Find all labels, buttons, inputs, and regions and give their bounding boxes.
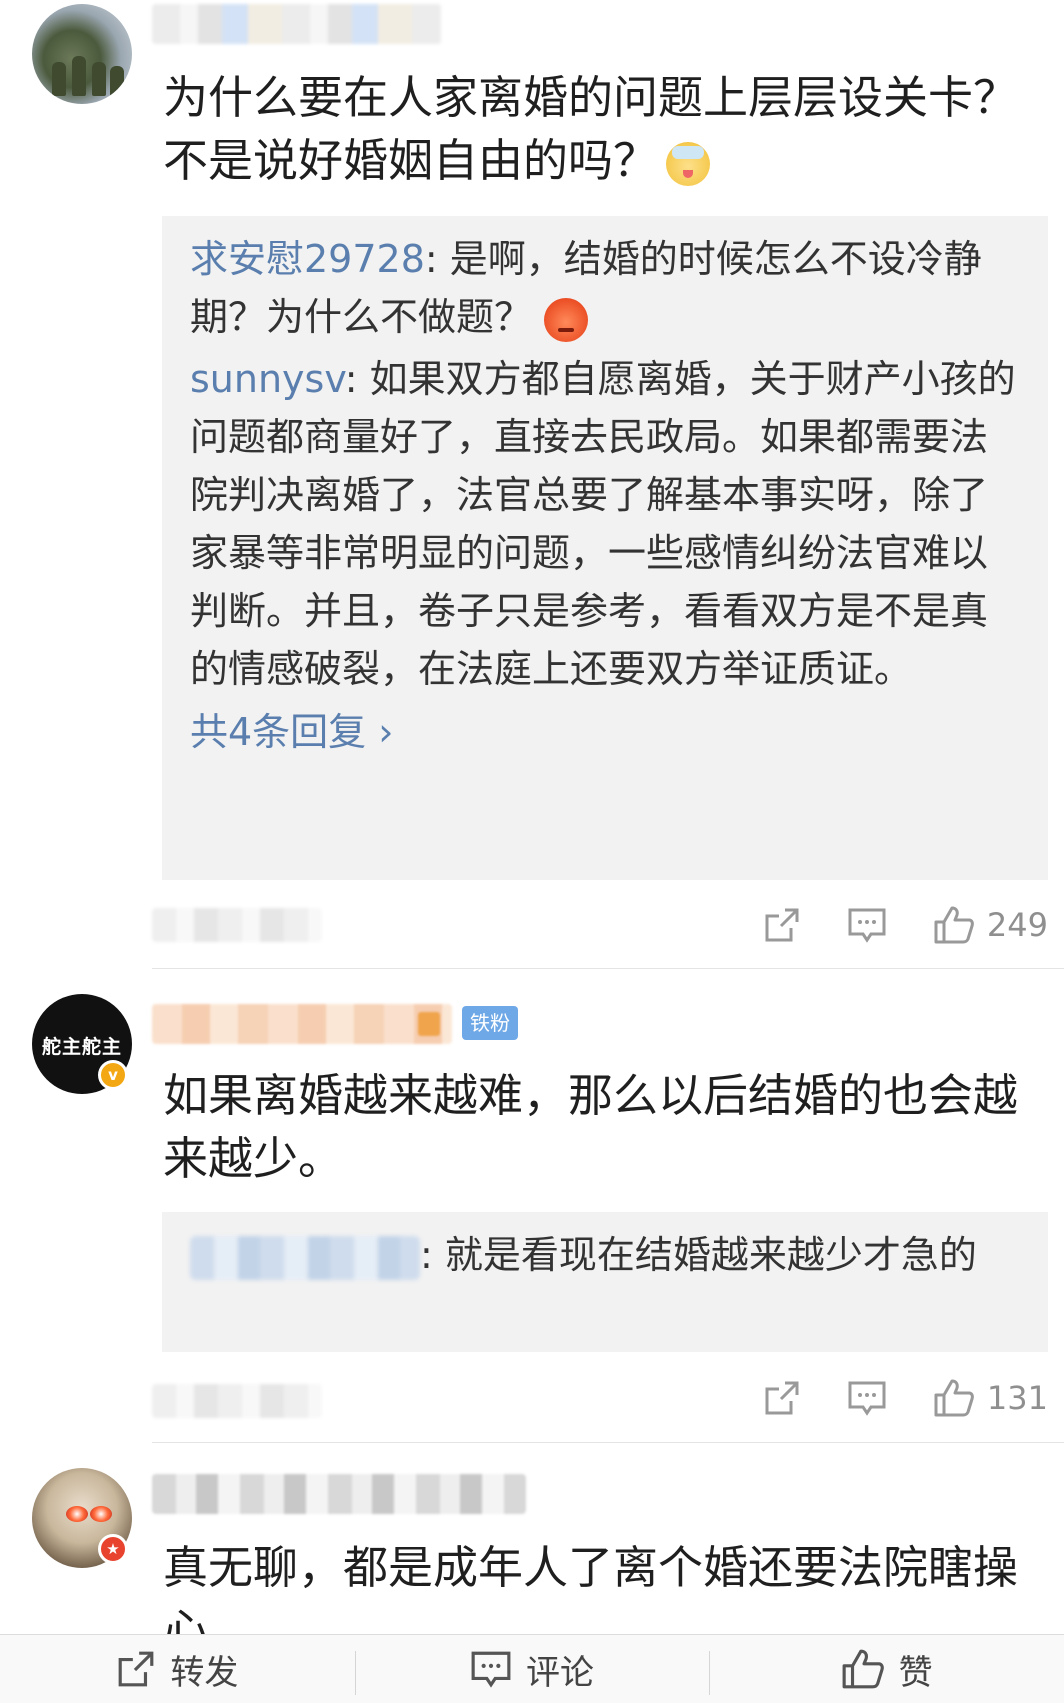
repost-button[interactable]: 转发 <box>0 1635 355 1703</box>
like-button[interactable]: 131 <box>933 1378 1048 1418</box>
comment-text: 为什么要在人家离婚的问题上层层设关卡？不是说好婚姻自由的吗？ <box>163 71 1019 187</box>
verified-badge-icon: v <box>98 1060 128 1090</box>
comment-button[interactable]: 评论 <box>354 1635 710 1703</box>
divider <box>152 1442 1064 1443</box>
reply-button[interactable] <box>847 1379 887 1417</box>
level-badge-blurred <box>418 1012 440 1036</box>
like-label: 赞 <box>898 1652 933 1693</box>
vip-badge-icon: ★ <box>98 1534 128 1564</box>
thumbs-up-icon <box>934 906 974 944</box>
thumbs-up-icon <box>934 1379 974 1417</box>
reply-author[interactable]: 求安慰29728 <box>190 237 425 281</box>
more-replies-link[interactable]: 共4条回复 › <box>190 702 1020 762</box>
comment-label: 评论 <box>526 1652 594 1693</box>
username-blurred[interactable] <box>152 1004 452 1044</box>
comment-text: 真无聊，都是成年人了离个婚还要法院瞎操心 <box>163 1541 1019 1634</box>
username-blurred[interactable] <box>152 4 442 44</box>
reply-text: : 如果双方都自愿离婚，关于财产小孩的问题都商量好了，直接去民政局。如果都需要法… <box>190 357 1016 691</box>
reply-box[interactable]: 求安慰29728: 是啊，结婚的时候怎么不设冷静期？为什么不做题？ sunnys… <box>162 216 1048 880</box>
like-count: 131 <box>986 1379 1048 1417</box>
share-button[interactable] <box>763 906 801 944</box>
like-button-main[interactable]: 赞 <box>709 1635 1064 1703</box>
timestamp-blurred <box>152 1384 322 1418</box>
reply-button[interactable] <box>847 906 887 944</box>
reply-author-blurred[interactable] <box>190 1235 420 1280</box>
fan-badge: 铁粉 <box>462 1006 518 1040</box>
like-button[interactable]: 249 <box>933 905 1048 945</box>
comment-icon <box>848 908 886 943</box>
sick-face-emoji-icon <box>666 142 711 186</box>
repost-icon <box>118 1651 154 1687</box>
bottom-action-bar: 转发 评论 赞 <box>0 1634 1064 1703</box>
reply-item: : 就是看现在结婚越来越少才急的 <box>190 1226 1020 1284</box>
comment-text: 如果离婚越来越难，那么以后结婚的也会越来越少。 <box>163 1069 1019 1185</box>
avatar-eye <box>90 1506 112 1522</box>
comment-actions: 131 <box>717 1373 1048 1423</box>
reply-text: : 就是看现在结婚越来越少才急的 <box>420 1233 977 1277</box>
avatar-eye <box>66 1506 88 1522</box>
reply-author[interactable]: sunnysv <box>190 357 345 401</box>
comment-icon <box>471 1651 511 1688</box>
like-count: 249 <box>986 906 1048 944</box>
angry-face-emoji-icon <box>544 297 589 342</box>
thumbs-up-icon <box>842 1649 884 1689</box>
comment-icon <box>848 1381 886 1416</box>
avatar[interactable] <box>32 4 132 104</box>
username-blurred[interactable] <box>152 1474 526 1514</box>
reply-box[interactable]: : 就是看现在结婚越来越少才急的 <box>162 1212 1048 1352</box>
avatar-label: 舵主舵主 <box>41 1036 122 1058</box>
divider <box>152 968 1064 969</box>
share-button[interactable] <box>763 1379 801 1417</box>
share-icon <box>765 908 799 942</box>
reply-item: sunnysv: 如果双方都自愿离婚，关于财产小孩的问题都商量好了，直接去民政局… <box>190 350 1020 698</box>
comment-actions: 249 <box>717 900 1048 950</box>
repost-label: 转发 <box>170 1652 239 1693</box>
timestamp-blurred <box>152 908 322 942</box>
share-icon <box>765 1381 799 1415</box>
reply-item: 求安慰29728: 是啊，结婚的时候怎么不设冷静期？为什么不做题？ <box>190 230 1020 346</box>
